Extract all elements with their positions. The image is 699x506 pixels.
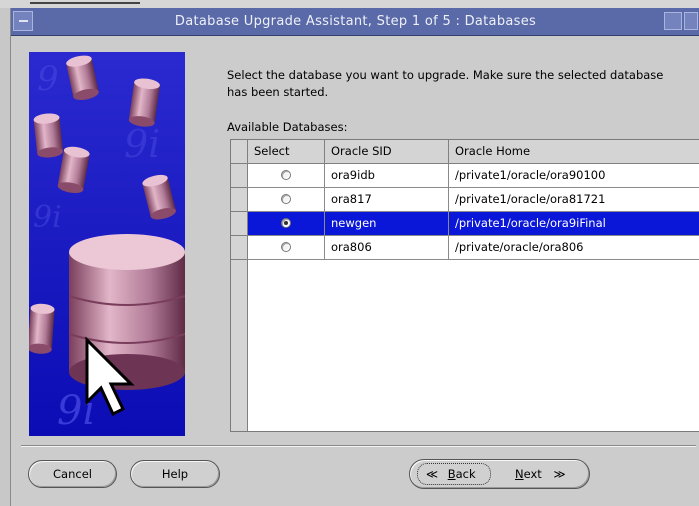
oracle-9i-illustration: 9 9i 9i 9i 9i: [29, 52, 185, 436]
home-cell-selected[interactable]: /private1/oracle/ora9iFinal: [449, 212, 699, 236]
row-header[interactable]: [231, 212, 248, 236]
svg-text:9i: 9i: [124, 122, 160, 166]
svg-text:9i: 9i: [33, 200, 62, 235]
radio-newgen[interactable]: [281, 218, 291, 228]
select-cell[interactable]: [248, 164, 325, 188]
sid-cell[interactable]: ora817: [325, 188, 449, 212]
back-arrow-icon: ≪: [426, 467, 439, 481]
available-databases-label: Available Databases:: [227, 120, 348, 134]
row-header[interactable]: [231, 236, 248, 260]
minimize-icon[interactable]: [664, 12, 682, 30]
radio-ora806[interactable]: [281, 242, 291, 252]
select-cell[interactable]: [248, 188, 325, 212]
maximize-icon[interactable]: [684, 12, 698, 30]
back-label: Back: [448, 467, 476, 481]
back-button[interactable]: ≪ Back: [426, 463, 476, 485]
home-cell[interactable]: /private/oracle/ora806: [449, 236, 699, 260]
top-strip: [0, 0, 699, 8]
next-mnemonic: N: [515, 467, 524, 481]
radio-ora9idb[interactable]: [281, 170, 291, 180]
svg-text:9: 9: [37, 59, 59, 99]
next-label: Next: [515, 467, 542, 481]
select-cell[interactable]: [248, 236, 325, 260]
home-cell[interactable]: /private1/oracle/ora81721: [449, 188, 699, 212]
column-header-oracle-home[interactable]: Oracle Home: [449, 140, 699, 164]
database-cylinders-image: 9 9i 9i 9i 9i: [29, 52, 185, 436]
next-arrow-icon: ≫: [553, 467, 566, 481]
row-header-empty: [231, 260, 248, 431]
next-button[interactable]: Next ≫: [515, 463, 566, 485]
help-button[interactable]: Help: [130, 460, 220, 488]
sid-cell[interactable]: ora9idb: [325, 164, 449, 188]
databases-table: Select Oracle SID Oracle Home ora9idb /p…: [230, 139, 699, 432]
sid-cell[interactable]: ora806: [325, 236, 449, 260]
instructions-text: Select the database you want to upgrade.…: [227, 68, 664, 99]
row-header[interactable]: [231, 164, 248, 188]
title-bar[interactable]: Database Upgrade Assistant, Step 1 of 5 …: [11, 8, 699, 36]
button-separator: [21, 445, 696, 447]
dialog-window: Database Upgrade Assistant, Step 1 of 5 …: [10, 8, 699, 506]
top-strip-line: [30, 2, 140, 4]
next-label-rest: ext: [523, 467, 542, 481]
column-header-oracle-sid[interactable]: Oracle SID: [325, 140, 449, 164]
sid-cell-selected[interactable]: newgen: [325, 212, 449, 236]
corner-header: [231, 140, 248, 164]
back-label-rest: ack: [455, 467, 476, 481]
row-header[interactable]: [231, 188, 248, 212]
cancel-button[interactable]: Cancel: [28, 460, 117, 488]
home-cell[interactable]: /private1/oracle/ora90100: [449, 164, 699, 188]
radio-ora817[interactable]: [281, 194, 291, 204]
back-mnemonic: B: [447, 467, 456, 481]
select-cell-selected[interactable]: [248, 212, 325, 236]
column-header-select[interactable]: Select: [248, 140, 325, 164]
window-title: Database Upgrade Assistant, Step 1 of 5 …: [174, 14, 537, 29]
navigation-button-group: ≪ Back Next ≫: [409, 459, 590, 489]
